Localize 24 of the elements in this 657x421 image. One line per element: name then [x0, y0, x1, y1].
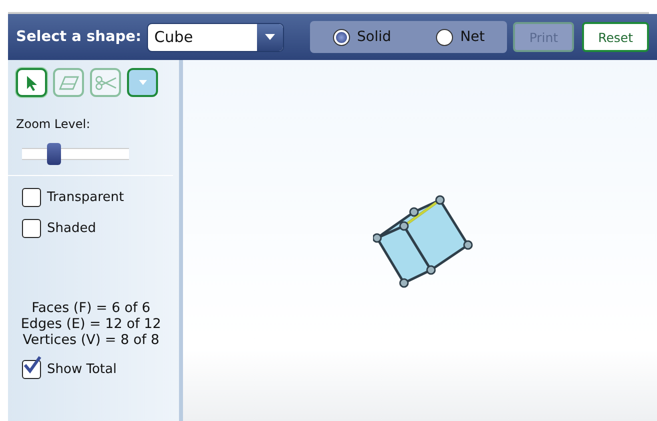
pointer-tool-button[interactable]: [16, 68, 47, 97]
eraser-icon: [58, 76, 78, 90]
slider-thumb[interactable]: [47, 143, 62, 165]
reset-button[interactable]: Reset: [582, 22, 649, 52]
shape-dropdown[interactable]: Cube: [147, 22, 284, 52]
checkbox[interactable]: [22, 188, 41, 207]
caret-icon: [265, 34, 276, 40]
caret-icon: [138, 80, 146, 85]
count-text: Edges (E) = 12 of 12: [20, 316, 162, 332]
radio-button[interactable]: [333, 28, 350, 46]
checkbox[interactable]: [22, 219, 41, 238]
count-text: Vertices (V) = 8 of 8: [22, 332, 160, 348]
checkbox-label: Transparent: [47, 190, 124, 205]
checkbox-label: Shaded: [47, 221, 96, 236]
count-text: Faces (F) = 6 of 6: [32, 300, 150, 316]
radio-label: Solid: [357, 29, 392, 45]
scissors-icon: [94, 76, 116, 90]
radio-button[interactable]: [436, 28, 454, 46]
pointer-icon: [26, 74, 38, 90]
zoom-label: Zoom Level:: [16, 117, 92, 131]
radio-label: Net: [460, 29, 485, 45]
shape-label: Select a shape:: [16, 29, 142, 45]
color-picker-button[interactable]: [127, 68, 158, 97]
checkbox-label: Show Total: [47, 362, 117, 377]
